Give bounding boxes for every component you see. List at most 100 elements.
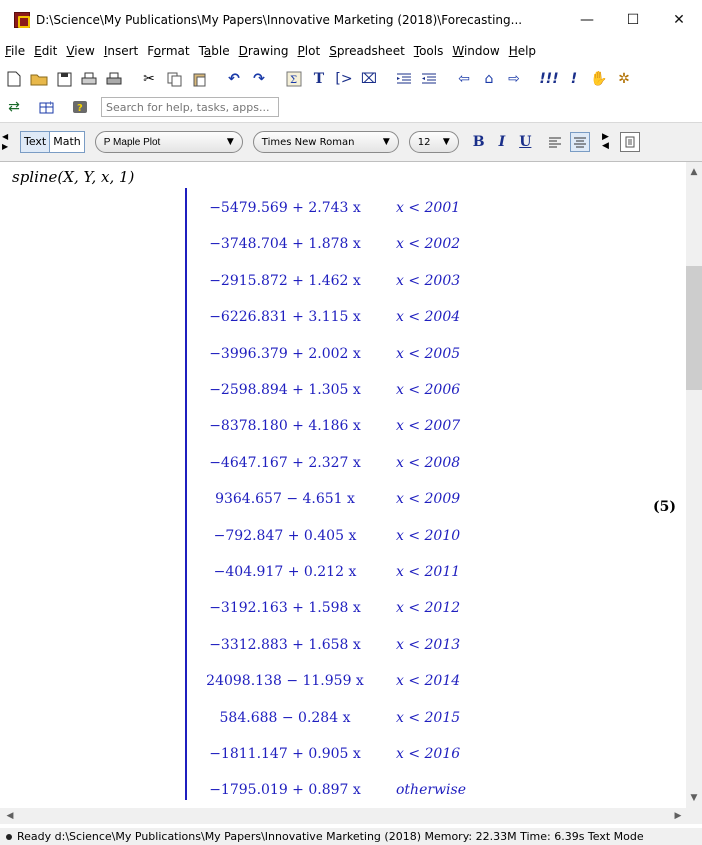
text-icon[interactable]: T bbox=[309, 69, 329, 89]
menu-item[interactable]: Format bbox=[146, 44, 190, 58]
italic-button[interactable]: I bbox=[499, 134, 506, 150]
style-dropdown[interactable]: P Maple Plot ▼ bbox=[94, 131, 243, 153]
title-bar: D:\Science\My Publications\My Papers\Inn… bbox=[0, 0, 702, 40]
piecewise-brace bbox=[185, 188, 187, 800]
font-size-dropdown[interactable]: 12 ▼ bbox=[408, 131, 459, 153]
menu-item[interactable]: Table bbox=[198, 44, 231, 58]
help-search-input[interactable] bbox=[101, 97, 279, 117]
piecewise-row: −5479.569 + 2.743 x x < 2001 bbox=[190, 200, 490, 220]
print-icon[interactable] bbox=[79, 69, 99, 89]
palette-arrows-icon[interactable]: ▶ ◀ bbox=[595, 132, 615, 152]
text-mode-button[interactable]: Text bbox=[21, 132, 51, 152]
execution-group-icon[interactable]: [> bbox=[334, 69, 354, 89]
open-folder-icon[interactable] bbox=[29, 69, 49, 89]
vertical-scrollbar[interactable]: ▲ ▼ bbox=[686, 162, 702, 808]
secondary-toolbar: ⇄ + ? bbox=[0, 94, 702, 120]
help-icon[interactable]: ? bbox=[70, 97, 90, 117]
align-center-icon[interactable] bbox=[570, 132, 591, 152]
piece-condition: x < 2011 bbox=[396, 564, 461, 580]
piecewise-row: −1811.147 + 0.905 x x < 2016 bbox=[190, 746, 490, 766]
indent-icon[interactable] bbox=[394, 69, 414, 89]
menu-label: preadsheet bbox=[336, 44, 405, 58]
menu-item[interactable]: Spreadsheet bbox=[328, 44, 406, 58]
equation-label: (5) bbox=[653, 499, 676, 515]
stop-hand-icon[interactable]: ✋ bbox=[589, 69, 609, 89]
back-arrow-icon[interactable]: ⇦ bbox=[454, 69, 474, 89]
paste-icon[interactable] bbox=[189, 69, 209, 89]
menu-bar: File Edit View Insert Format Table Drawing Plot… bbox=[0, 40, 702, 62]
menu-accelerator: D bbox=[238, 44, 248, 58]
piecewise-row: 9364.657 − 4.651 x x < 2009 bbox=[190, 491, 490, 511]
piece-condition: x < 2004 bbox=[396, 309, 461, 326]
arrow-right-icon: ▶ bbox=[2, 142, 9, 151]
menu-label: ile bbox=[11, 44, 26, 58]
menu-item[interactable]: Plot bbox=[297, 44, 322, 58]
save-icon[interactable] bbox=[54, 69, 74, 89]
outdent-icon[interactable] bbox=[419, 69, 439, 89]
delete-output-icon[interactable]: ⌧ bbox=[359, 69, 379, 89]
scroll-down-icon[interactable]: ▼ bbox=[686, 790, 702, 806]
menu-label: ools bbox=[419, 44, 444, 58]
close-button[interactable]: ✕ bbox=[656, 0, 702, 40]
horizontal-scrollbar[interactable]: ◀ ▶ bbox=[0, 808, 702, 824]
cut-icon[interactable]: ✂ bbox=[139, 69, 159, 89]
menu-item[interactable]: Edit bbox=[33, 44, 58, 58]
underline-button[interactable]: U bbox=[519, 134, 531, 150]
piecewise-row: −2598.894 + 1.305 x x < 2006 bbox=[190, 382, 490, 402]
piecewise-row: 24098.138 − 11.959 x x < 2014 bbox=[190, 673, 490, 693]
scroll-up-icon[interactable]: ▲ bbox=[686, 164, 702, 180]
insert-table-icon[interactable]: + bbox=[37, 97, 57, 117]
bold-button[interactable]: B bbox=[473, 134, 485, 150]
piece-expression: −4647.167 + 2.327 x bbox=[209, 454, 361, 471]
home-icon[interactable]: ⌂ bbox=[479, 69, 499, 89]
piece-expression: −1811.147 + 0.905 x bbox=[209, 746, 361, 762]
menu-accelerator: E bbox=[34, 44, 42, 58]
piecewise-row: −3192.163 + 1.598 x x < 2012 bbox=[190, 600, 490, 620]
scroll-right-icon[interactable]: ▶ bbox=[670, 808, 686, 824]
execute-icon[interactable]: ! bbox=[564, 69, 584, 89]
document-block-icon[interactable]: Σ bbox=[284, 69, 304, 89]
menu-item[interactable]: Help bbox=[508, 44, 537, 58]
collapse-palette-arrows[interactable]: ◀ ▶ bbox=[2, 127, 12, 157]
piece-expression: −3312.883 + 1.658 x bbox=[209, 636, 361, 653]
math-mode-button[interactable]: Math bbox=[50, 132, 84, 152]
debug-icon[interactable]: ✲ bbox=[614, 69, 634, 89]
menu-item[interactable]: Tools bbox=[413, 44, 445, 58]
worksheet[interactable]: spline(X, Y, x, 1) −5479.569 + 2.743 x x … bbox=[0, 162, 686, 808]
piecewise-row: −3312.883 + 1.658 x x < 2013 bbox=[190, 637, 490, 657]
menu-item[interactable]: View bbox=[65, 44, 95, 58]
piecewise-row: −2915.872 + 1.462 x x < 2003 bbox=[190, 273, 490, 293]
menu-item[interactable]: File bbox=[4, 44, 26, 58]
font-dropdown[interactable]: Times New Roman ▼ bbox=[252, 131, 399, 153]
piece-condition: x < 2012 bbox=[396, 600, 461, 617]
scroll-left-icon[interactable]: ◀ bbox=[2, 808, 18, 824]
piecewise-row: −6226.831 + 3.115 x x < 2004 bbox=[190, 309, 490, 329]
piece-condition: x < 2016 bbox=[396, 746, 461, 762]
new-document-icon[interactable] bbox=[4, 69, 24, 89]
minimize-button[interactable]: — bbox=[564, 0, 610, 40]
document-view-icon[interactable] bbox=[620, 132, 641, 152]
piecewise-row: −3748.704 + 1.878 x x < 2002 bbox=[190, 236, 490, 256]
input-command[interactable]: spline(X, Y, x, 1) bbox=[12, 168, 134, 186]
svg-text:Σ: Σ bbox=[290, 75, 297, 86]
forward-arrow-icon[interactable]: ⇨ bbox=[504, 69, 524, 89]
vertical-scroll-thumb[interactable] bbox=[686, 266, 702, 390]
window-title: D:\Science\My Publications\My Papers\Inn… bbox=[36, 13, 523, 27]
piece-condition: x < 2015 bbox=[396, 709, 461, 726]
piece-expression: −1795.019 + 0.897 x bbox=[209, 782, 361, 799]
menu-item[interactable]: Drawing bbox=[238, 44, 290, 58]
execute-all-icon[interactable]: !!! bbox=[539, 69, 559, 89]
menu-item[interactable]: Insert bbox=[103, 44, 139, 58]
undo-icon[interactable]: ↶ bbox=[224, 69, 244, 89]
piecewise-row: 584.688 − 0.284 x x < 2015 bbox=[190, 710, 490, 730]
print-preview-icon[interactable] bbox=[104, 69, 124, 89]
piece-expression: 24098.138 − 11.959 x bbox=[206, 673, 364, 690]
swap-icon[interactable]: ⇄ bbox=[4, 97, 24, 117]
piece-expression: −3748.704 + 1.878 x bbox=[209, 236, 361, 253]
copy-icon[interactable] bbox=[164, 69, 184, 89]
menu-item[interactable]: Window bbox=[451, 44, 500, 58]
maximize-button[interactable]: ☐ bbox=[610, 0, 656, 40]
redo-icon[interactable]: ↷ bbox=[249, 69, 269, 89]
piece-expression: 9364.657 − 4.651 x bbox=[215, 491, 355, 508]
align-left-icon[interactable] bbox=[545, 132, 565, 152]
